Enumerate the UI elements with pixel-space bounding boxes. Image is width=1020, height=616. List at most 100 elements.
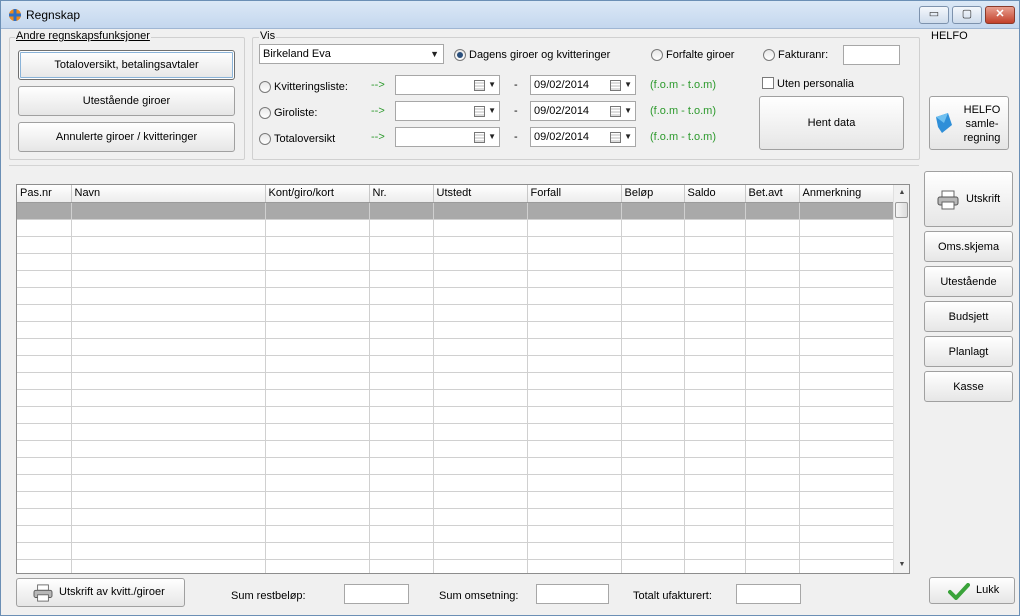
title-bar[interactable]: Regnskap ▭ ▢ ✕ (1, 1, 1019, 29)
table-cell[interactable] (745, 321, 800, 339)
fakturanr-input[interactable] (843, 45, 900, 65)
table-cell[interactable] (17, 491, 72, 509)
table-cell[interactable] (684, 474, 746, 492)
table-cell[interactable] (71, 304, 266, 322)
table-cell[interactable] (369, 559, 434, 573)
table-cell[interactable] (71, 372, 266, 390)
table-cell[interactable] (745, 508, 800, 526)
table-cell[interactable] (799, 423, 895, 441)
table-cell[interactable] (71, 287, 266, 305)
table-cell[interactable] (621, 406, 685, 424)
chevron-down-icon[interactable]: ▼ (624, 132, 632, 141)
table-cell[interactable] (433, 372, 528, 390)
table-cell[interactable] (621, 440, 685, 458)
table-cell[interactable] (621, 270, 685, 288)
chevron-down-icon[interactable]: ▼ (488, 80, 496, 89)
kvittering-to-date[interactable]: 09/02/2014 ▼ (530, 75, 636, 95)
column-header[interactable]: Forfall (527, 185, 622, 203)
table-cell[interactable] (433, 474, 528, 492)
column-header[interactable]: Kont/giro/kort (265, 185, 370, 203)
table-cell[interactable] (71, 202, 266, 220)
calendar-icon[interactable] (474, 80, 485, 91)
giro-to-date[interactable]: 09/02/2014 ▼ (530, 101, 636, 121)
table-cell[interactable] (265, 321, 370, 339)
table-cell[interactable] (369, 525, 434, 543)
table-cell[interactable] (17, 219, 72, 237)
table-cell[interactable] (71, 474, 266, 492)
table-cell[interactable] (684, 338, 746, 356)
table-row[interactable] (17, 457, 895, 475)
radio-forfalte[interactable] (651, 49, 663, 61)
table-cell[interactable] (265, 457, 370, 475)
table-cell[interactable] (621, 236, 685, 254)
table-cell[interactable] (684, 406, 746, 424)
table-cell[interactable] (621, 355, 685, 373)
table-cell[interactable] (17, 474, 72, 492)
table-cell[interactable] (527, 406, 622, 424)
table-cell[interactable] (71, 219, 266, 237)
table-cell[interactable] (527, 440, 622, 458)
table-cell[interactable] (684, 542, 746, 560)
column-header[interactable]: Bet.avt (745, 185, 800, 203)
column-header[interactable]: Navn (71, 185, 266, 203)
table-cell[interactable] (684, 525, 746, 543)
table-cell[interactable] (71, 508, 266, 526)
table-cell[interactable] (684, 559, 746, 573)
table-cell[interactable] (369, 457, 434, 475)
table-cell[interactable] (621, 304, 685, 322)
table-cell[interactable] (527, 219, 622, 237)
radio-dagens[interactable] (454, 49, 466, 61)
table-cell[interactable] (369, 321, 434, 339)
close-button[interactable]: ✕ (985, 6, 1015, 24)
table-cell[interactable] (265, 287, 370, 305)
table-cell[interactable] (621, 559, 685, 573)
table-cell[interactable] (17, 559, 72, 573)
table-cell[interactable] (17, 253, 72, 271)
table-row[interactable] (17, 321, 895, 339)
giro-from-date[interactable]: ▼ (395, 101, 500, 121)
table-cell[interactable] (684, 321, 746, 339)
table-cell[interactable] (745, 406, 800, 424)
table-cell[interactable] (17, 202, 72, 220)
table-cell[interactable] (684, 423, 746, 441)
table-cell[interactable] (433, 270, 528, 288)
kvittering-from-date[interactable]: ▼ (395, 75, 500, 95)
table-cell[interactable] (71, 355, 266, 373)
radio-fakturanr[interactable] (763, 49, 775, 61)
table-cell[interactable] (527, 236, 622, 254)
table-cell[interactable] (265, 423, 370, 441)
table-cell[interactable] (621, 338, 685, 356)
table-cell[interactable] (684, 491, 746, 509)
table-cell[interactable] (71, 321, 266, 339)
table-cell[interactable] (433, 389, 528, 407)
table-cell[interactable] (745, 457, 800, 475)
chevron-down-icon[interactable]: ▼ (624, 80, 632, 89)
table-cell[interactable] (527, 202, 622, 220)
table-cell[interactable] (369, 202, 434, 220)
table-row[interactable] (17, 423, 895, 441)
table-row[interactable] (17, 389, 895, 407)
table-cell[interactable] (369, 423, 434, 441)
table-cell[interactable] (621, 253, 685, 271)
table-cell[interactable] (265, 474, 370, 492)
table-cell[interactable] (799, 270, 895, 288)
table-cell[interactable] (799, 219, 895, 237)
table-cell[interactable] (684, 202, 746, 220)
table-cell[interactable] (17, 321, 72, 339)
table-row[interactable] (17, 559, 895, 573)
table-cell[interactable] (265, 253, 370, 271)
column-header[interactable]: Saldo (684, 185, 746, 203)
table-row[interactable] (17, 270, 895, 288)
table-cell[interactable] (799, 372, 895, 390)
table-cell[interactable] (265, 525, 370, 543)
table-cell[interactable] (799, 491, 895, 509)
column-header[interactable]: Anmerkning (799, 185, 895, 203)
table-row[interactable] (17, 338, 895, 356)
table-cell[interactable] (799, 389, 895, 407)
table-cell[interactable] (527, 474, 622, 492)
table-cell[interactable] (265, 508, 370, 526)
table-cell[interactable] (527, 372, 622, 390)
table-cell[interactable] (369, 406, 434, 424)
table-cell[interactable] (369, 508, 434, 526)
table-cell[interactable] (71, 338, 266, 356)
